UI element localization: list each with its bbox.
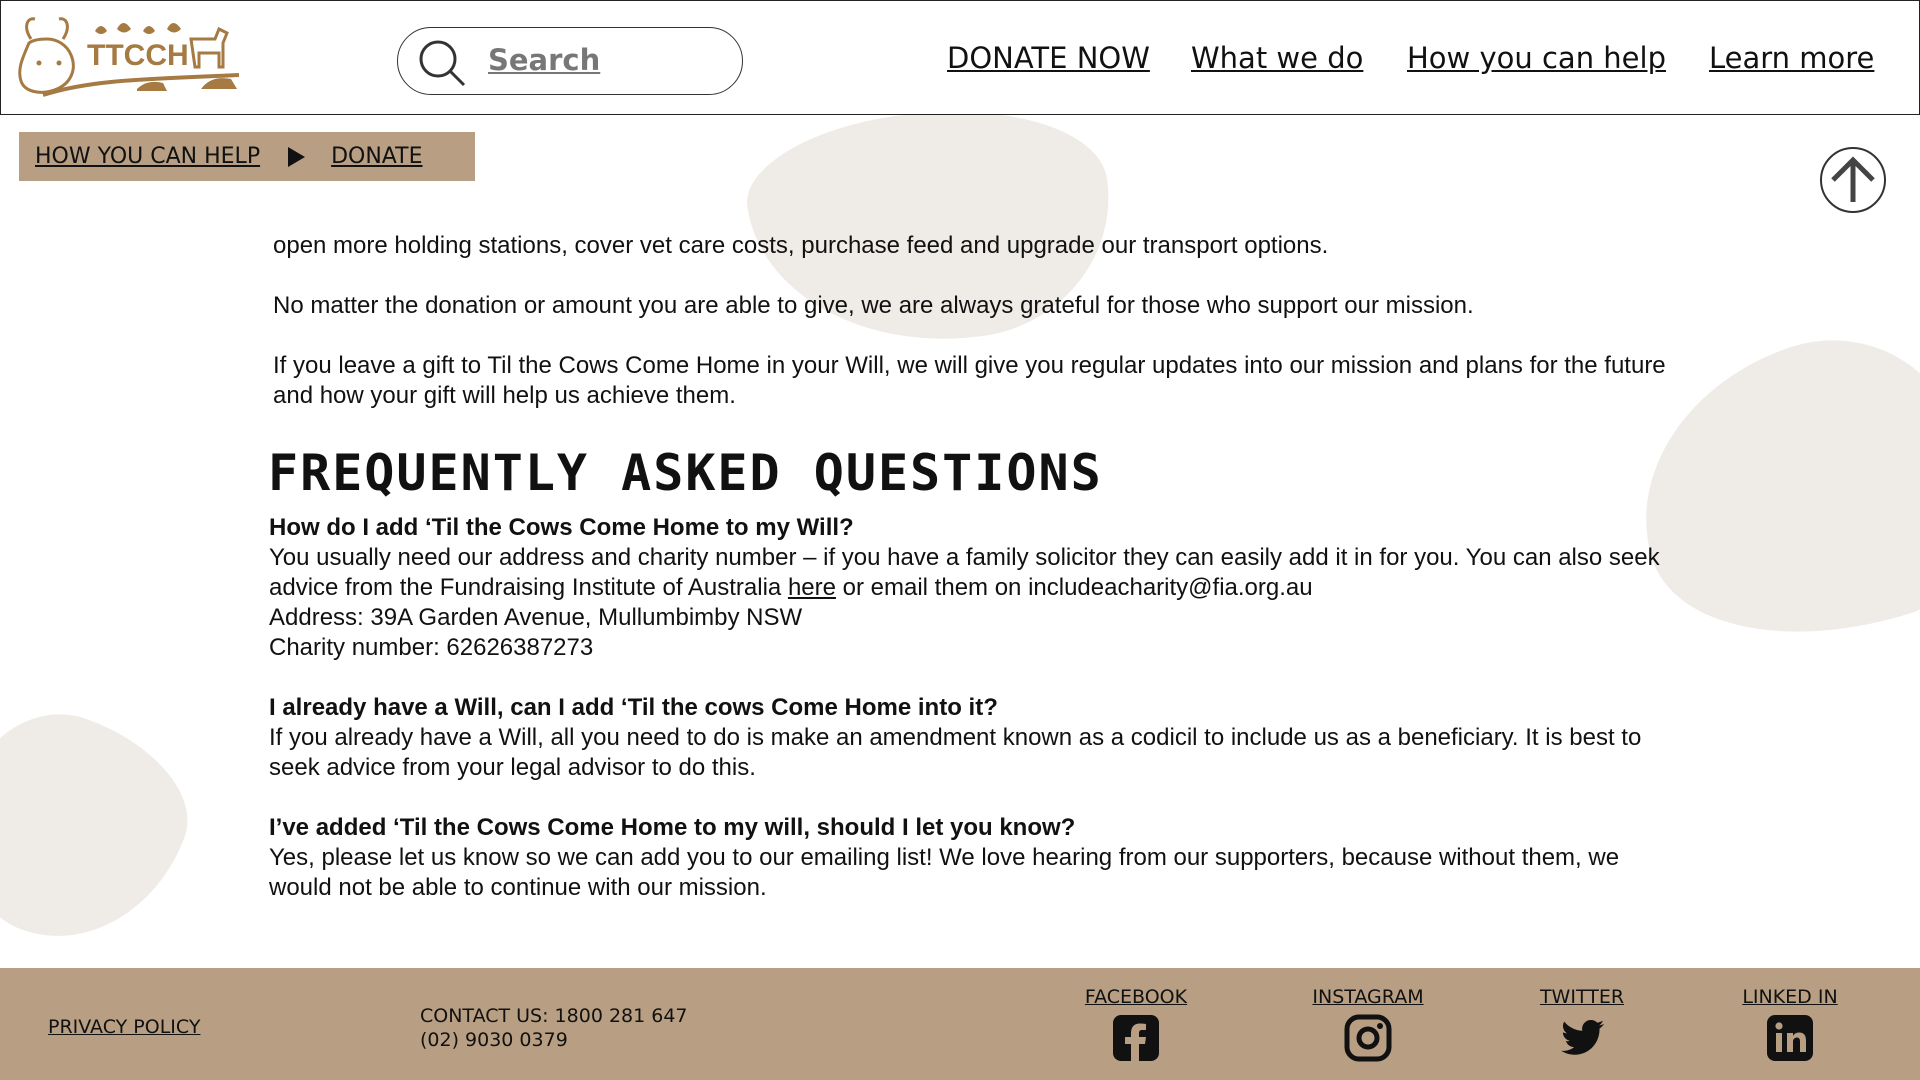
breadcrumb-how-you-can-help[interactable]: HOW YOU CAN HELP — [35, 144, 260, 169]
faq-answer: You usually need our address and charity… — [269, 543, 1669, 663]
faq-answer: If you already have a Will, all you need… — [269, 724, 1642, 781]
breadcrumb: HOW YOU CAN HELP DONATE — [19, 132, 475, 181]
faq-heading: FREQUENTLY ASKED QUESTIONS — [268, 444, 1103, 502]
linkedin-label: LINKED IN — [1742, 986, 1838, 1008]
charity-address: Address: 39A Garden Avenue, Mullumbimby … — [269, 604, 803, 631]
decorative-blob — [737, 88, 1127, 366]
fundraising-institute-link[interactable]: here — [788, 574, 836, 601]
facebook-link[interactable]: FACEBOOK — [1083, 986, 1189, 1062]
twitter-link[interactable]: TWITTER — [1532, 986, 1632, 1062]
site-footer: PRIVACY POLICY CONTACT US: 1800 281 647 … — [0, 968, 1920, 1080]
contact-phone-alt: (02) 9030 0379 — [420, 1029, 568, 1051]
arrow-up-icon — [1820, 147, 1886, 213]
back-to-top-button[interactable] — [1819, 146, 1887, 214]
contact-phone: CONTACT US: 1800 281 647 — [420, 1005, 688, 1027]
nav-donate-now[interactable]: DONATE NOW — [947, 41, 1150, 75]
faq-question: I’ve added ‘Til the Cows Come Home to my… — [269, 814, 1076, 841]
instagram-label: INSTAGRAM — [1312, 986, 1424, 1008]
search-placeholder: Search — [488, 43, 601, 77]
logo-icon: TTCCH — [18, 17, 240, 97]
linkedin-icon — [1767, 1015, 1813, 1061]
breadcrumb-donate[interactable]: DONATE — [331, 144, 422, 169]
charity-number: Charity number: 62626387273 — [269, 634, 594, 661]
nav-what-we-do[interactable]: What we do — [1191, 41, 1363, 75]
body-paragraph: No matter the donation or amount you are… — [273, 292, 1474, 319]
instagram-icon — [1344, 1014, 1392, 1062]
site-logo[interactable]: TTCCH — [13, 9, 245, 105]
faq-question: How do I add ‘Til the Cows Come Home to … — [269, 514, 854, 541]
nav-how-you-can-help[interactable]: How you can help — [1407, 41, 1666, 75]
privacy-policy-link[interactable]: PRIVACY POLICY — [48, 1016, 200, 1038]
instagram-link[interactable]: INSTAGRAM — [1306, 986, 1430, 1062]
twitter-label: TWITTER — [1539, 986, 1625, 1008]
body-paragraph: open more holding stations, cover vet ca… — [273, 232, 1329, 259]
faq-question: I already have a Will, can I add ‘Til th… — [269, 694, 998, 721]
decorative-blob — [0, 689, 211, 971]
site-header: TTCCH Search DONATE NOW What we do How y… — [0, 0, 1920, 115]
linkedin-link[interactable]: LINKED IN — [1737, 986, 1843, 1062]
facebook-icon — [1113, 1015, 1159, 1061]
breadcrumb-arrow-icon — [288, 146, 306, 167]
logo-text: TTCCH — [87, 39, 189, 72]
nav-learn-more[interactable]: Learn more — [1709, 41, 1874, 75]
facebook-label: FACEBOOK — [1084, 986, 1188, 1008]
search-icon — [419, 40, 466, 87]
search-input[interactable]: Search — [397, 27, 743, 95]
faq-answer-text: or email them on includeacharity@fia.org… — [835, 574, 1313, 601]
faq-answer: Yes, please let us know so we can add yo… — [269, 844, 1620, 901]
twitter-icon — [1561, 1020, 1604, 1055]
body-paragraph: If you leave a gift to Til the Cows Come… — [273, 352, 1666, 409]
